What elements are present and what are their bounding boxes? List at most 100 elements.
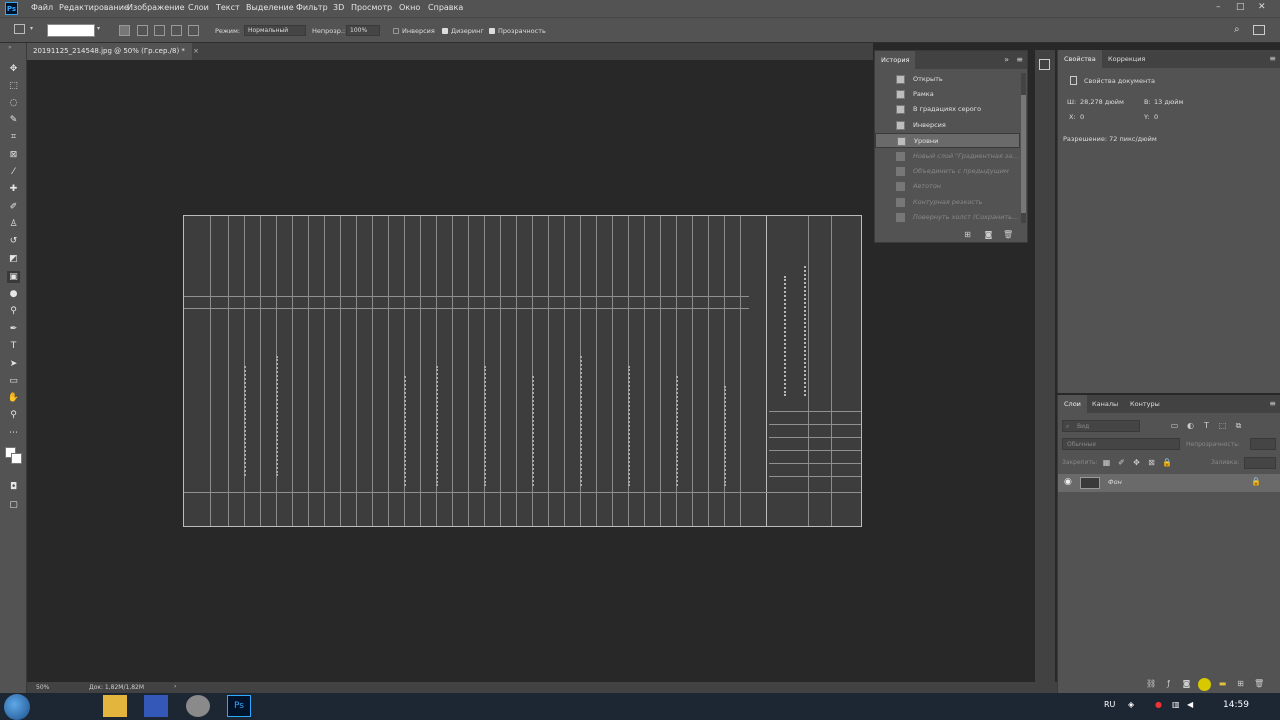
blur-tool-icon[interactable]: ● <box>7 288 20 300</box>
tab-properties[interactable]: Свойства <box>1058 50 1102 68</box>
transparency-checkbox[interactable] <box>489 28 495 34</box>
radial-gradient-icon[interactable] <box>137 25 148 36</box>
zoom-tool-icon[interactable]: ⚲ <box>7 409 20 421</box>
y-value[interactable]: 0 <box>1154 113 1158 121</box>
filter-shape-icon[interactable]: ⬚ <box>1218 421 1227 430</box>
add-mask-icon[interactable]: ◙ <box>1182 679 1191 688</box>
eraser-tool-icon[interactable]: ◩ <box>7 253 20 265</box>
tab-channels[interactable]: Каналы <box>1086 395 1124 413</box>
marquee-tool-icon[interactable]: ⬚ <box>7 80 20 92</box>
menu-select[interactable]: Выделение <box>246 3 294 12</box>
move-tool-icon[interactable]: ✥ <box>7 63 20 75</box>
photoshop-logo-icon[interactable]: Ps <box>5 2 18 15</box>
menu-view[interactable]: Просмотр <box>351 3 392 12</box>
panel-menu-icon[interactable]: ≡ <box>1269 54 1276 63</box>
new-document-from-state-icon[interactable]: ⊞ <box>963 230 972 239</box>
menu-image[interactable]: Изображение <box>127 3 185 12</box>
hand-tool-icon[interactable]: ✋ <box>7 392 20 404</box>
document-tab[interactable]: 20191125_214548.jpg @ 50% (Гр.сер./8) * … <box>27 43 199 60</box>
menu-3d[interactable]: 3D <box>333 3 344 12</box>
layer-filter-select[interactable]: ⌕ Вид <box>1062 420 1140 432</box>
tab-adjustments[interactable]: Коррекция <box>1102 50 1151 68</box>
linear-gradient-icon[interactable] <box>119 25 130 36</box>
history-item[interactable]: Инверсия <box>875 118 1020 133</box>
workspace-icon[interactable] <box>1253 25 1265 35</box>
fill-field[interactable] <box>1244 457 1276 469</box>
close-icon[interactable]: ✕ <box>1258 2 1266 12</box>
gradient-preview[interactable] <box>47 24 95 37</box>
status-menu-arrow-icon[interactable]: › <box>174 683 176 690</box>
new-layer-icon[interactable]: ⊞ <box>1236 679 1245 688</box>
filter-smart-object-icon[interactable]: ⧉ <box>1234 421 1243 430</box>
save-app-icon[interactable] <box>144 695 168 717</box>
filter-type-icon[interactable]: T <box>1202 421 1211 430</box>
lock-artboard-icon[interactable]: ⊠ <box>1147 458 1156 467</box>
layer-style-icon[interactable]: ƒ <box>1164 679 1173 688</box>
lock-all-icon[interactable]: 🔒 <box>1162 458 1172 467</box>
search-icon[interactable]: ⌕ <box>1234 24 1240 35</box>
collapse-panel-icon[interactable]: » <box>8 44 12 51</box>
menu-file[interactable]: Файл <box>31 3 53 12</box>
collapse-icon[interactable]: » <box>1004 55 1009 64</box>
menu-type[interactable]: Текст <box>216 3 240 12</box>
history-item[interactable]: Автотон <box>875 179 1020 194</box>
filter-adjustment-icon[interactable]: ◐ <box>1186 421 1195 430</box>
camera-icon[interactable]: ◙ <box>984 230 993 239</box>
history-dock-icon[interactable] <box>1039 59 1050 70</box>
photoshop-app-icon[interactable]: Ps <box>227 695 251 717</box>
new-group-icon[interactable]: ▬ <box>1218 679 1227 688</box>
quick-select-tool-icon[interactable]: ✎ <box>7 114 20 126</box>
history-item[interactable]: Контурная резкость <box>875 195 1020 210</box>
dodge-tool-icon[interactable]: ⚲ <box>7 305 20 317</box>
angle-gradient-icon[interactable] <box>154 25 165 36</box>
lock-transparent-icon[interactable]: ▦ <box>1102 458 1111 467</box>
opacity-field[interactable]: 100% <box>346 25 380 36</box>
app-icon[interactable] <box>186 695 210 717</box>
minimize-icon[interactable]: – <box>1216 2 1221 12</box>
history-scrollbar-thumb[interactable] <box>1021 95 1026 213</box>
trash-icon[interactable]: 🗑 <box>1003 230 1013 239</box>
zoom-level[interactable]: 50% <box>36 684 49 691</box>
lock-position-icon[interactable]: ✥ <box>1132 458 1141 467</box>
clock[interactable]: 14:59 <box>1223 700 1249 710</box>
crop-tool-icon[interactable]: ⌗ <box>7 131 20 143</box>
gradient-tool-preset-icon[interactable] <box>14 24 25 34</box>
close-tab-icon[interactable]: × <box>193 47 199 55</box>
brush-tool-icon[interactable]: ✐ <box>7 201 20 213</box>
blend-mode-select[interactable]: Обычные <box>1062 438 1180 450</box>
screen-mode-icon[interactable]: ▢ <box>7 499 20 511</box>
filter-pixel-icon[interactable]: ▭ <box>1170 421 1179 430</box>
quick-mask-icon[interactable]: ◘ <box>7 481 20 493</box>
menu-edit[interactable]: Редактирование <box>59 3 129 12</box>
eyedropper-tool-icon[interactable]: ⁄ <box>7 166 20 178</box>
reflected-gradient-icon[interactable] <box>171 25 182 36</box>
volume-icon[interactable]: ◀ <box>1187 700 1193 709</box>
history-item[interactable]: Открыть <box>875 72 1020 87</box>
link-layers-icon[interactable]: ⛓ <box>1146 679 1156 688</box>
frame-tool-icon[interactable]: ⊠ <box>7 149 20 161</box>
history-item[interactable]: Новый слой "Градиентная за... <box>875 149 1020 164</box>
rectangle-tool-icon[interactable]: ▭ <box>7 375 20 387</box>
delete-layer-icon[interactable]: 🗑 <box>1254 679 1264 688</box>
tab-layers[interactable]: Слои <box>1058 395 1087 413</box>
record-tray-icon[interactable]: ● <box>1155 700 1162 709</box>
tab-paths[interactable]: Контуры <box>1124 395 1166 413</box>
gradient-picker-chevron-icon[interactable]: ▾ <box>97 25 100 32</box>
network-tray-icon[interactable]: ▥ <box>1172 700 1180 709</box>
history-item[interactable]: Уровни <box>875 133 1020 148</box>
mode-select[interactable]: Нормальный <box>244 25 306 36</box>
history-brush-tool-icon[interactable]: ↺ <box>7 235 20 247</box>
start-button[interactable] <box>4 694 30 720</box>
explorer-app-icon[interactable] <box>103 695 127 717</box>
path-select-tool-icon[interactable]: ➤ <box>7 358 20 370</box>
width-value[interactable]: 28,278 дюйм <box>1080 98 1124 106</box>
language-indicator[interactable]: RU <box>1104 700 1115 709</box>
pen-tool-icon[interactable]: ✒ <box>7 323 20 335</box>
chevron-down-icon[interactable]: ▾ <box>30 25 33 32</box>
layer-row[interactable]: ◉ Фон 🔒 <box>1058 474 1280 492</box>
background-color-swatch[interactable] <box>11 453 22 464</box>
diamond-gradient-icon[interactable] <box>188 25 199 36</box>
dither-checkbox[interactable] <box>442 28 448 34</box>
history-item[interactable]: В градациях серого <box>875 102 1020 117</box>
history-item[interactable]: Повернуть холст (Сохранить... <box>875 210 1020 225</box>
